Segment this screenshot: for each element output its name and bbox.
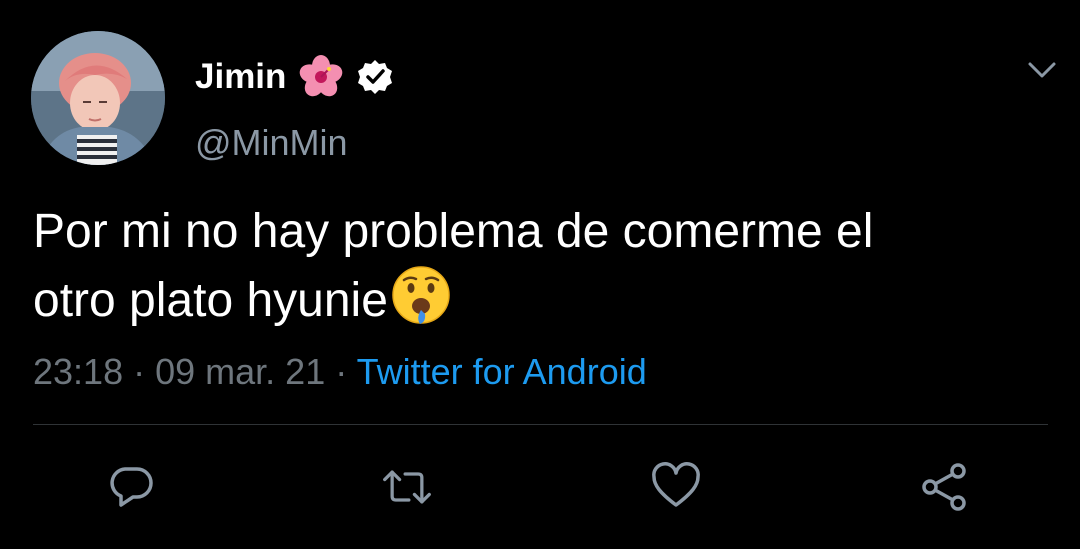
meta-separator: · (335, 351, 348, 392)
tweet-date[interactable]: 09 mar. 21 (155, 351, 325, 392)
like-icon (652, 462, 700, 507)
author-name-row[interactable]: Jimin (195, 52, 394, 102)
share-button[interactable] (918, 461, 970, 513)
chevron-down-icon[interactable] (1024, 54, 1060, 84)
tweet-text: Por mi no hay problema de comerme el otr… (33, 200, 1053, 343)
reply-icon (110, 467, 153, 507)
tweet-text-line-1: Por mi no hay problema de comerme el (33, 205, 874, 258)
avatar[interactable] (31, 31, 165, 165)
meta-separator: · (133, 351, 146, 392)
drooling-face-icon (390, 264, 452, 343)
verified-badge-icon (356, 58, 394, 96)
divider (33, 424, 1048, 425)
tweet-text-line-2-text: otro plato hyunie (33, 274, 388, 327)
retweet-button[interactable] (381, 461, 433, 513)
reply-button[interactable] (105, 461, 157, 513)
like-button[interactable] (650, 461, 702, 513)
tweet-meta: 23:18 · 09 mar. 21 · Twitter for Android (33, 348, 647, 396)
profile-photo (31, 31, 165, 165)
share-icon (922, 463, 966, 511)
tweet-source-link[interactable]: Twitter for Android (357, 351, 647, 392)
tweet-time[interactable]: 23:18 (33, 351, 123, 392)
hibiscus-icon (298, 54, 344, 100)
author-handle[interactable]: @MinMin (195, 118, 348, 168)
author-display-name[interactable]: Jimin (195, 52, 286, 102)
retweet-icon (383, 470, 431, 504)
tweet-text-line-2: otro plato hyunie (33, 264, 1053, 343)
